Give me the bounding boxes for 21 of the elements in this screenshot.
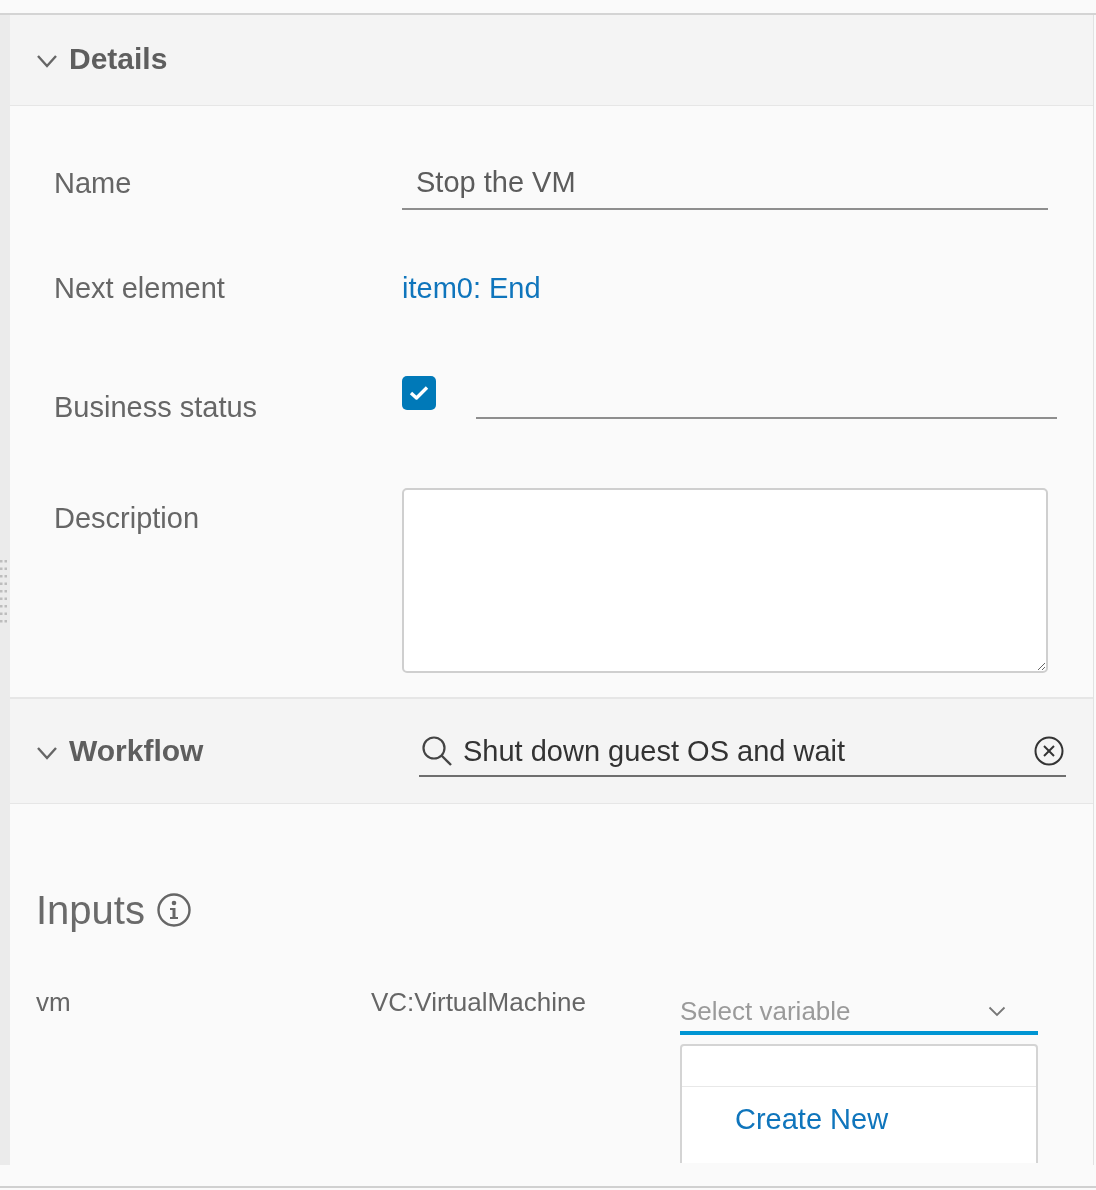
caret-icon	[988, 1005, 1006, 1017]
checkmark-icon	[409, 385, 429, 401]
field-label: Name	[54, 166, 133, 201]
info-icon[interactable]	[156, 893, 191, 927]
input-name: vm	[36, 986, 72, 1019]
workflow-search-field[interactable]: Shut down guest OS and wait	[419, 727, 1066, 777]
name-input[interactable]: Stop the VM	[402, 156, 1048, 210]
field-label: Description	[54, 501, 201, 536]
search-icon	[421, 735, 453, 767]
field-label: Business status	[54, 392, 259, 422]
clear-icon[interactable]	[1034, 736, 1064, 766]
field-label: Next element	[54, 271, 226, 306]
input-type: VC:VirtualMachine	[371, 986, 587, 1019]
checkbox[interactable]	[402, 376, 436, 410]
next-element-link[interactable]: item0: End	[402, 270, 541, 306]
grip-handle-icon[interactable]	[0, 560, 8, 626]
section-title[interactable]: Details	[69, 41, 168, 77]
chevron-icon[interactable]	[36, 746, 58, 760]
chevron-icon[interactable]	[36, 54, 58, 68]
inputs-heading: Inputs	[36, 887, 145, 934]
section-title[interactable]: Workflow	[69, 733, 204, 769]
